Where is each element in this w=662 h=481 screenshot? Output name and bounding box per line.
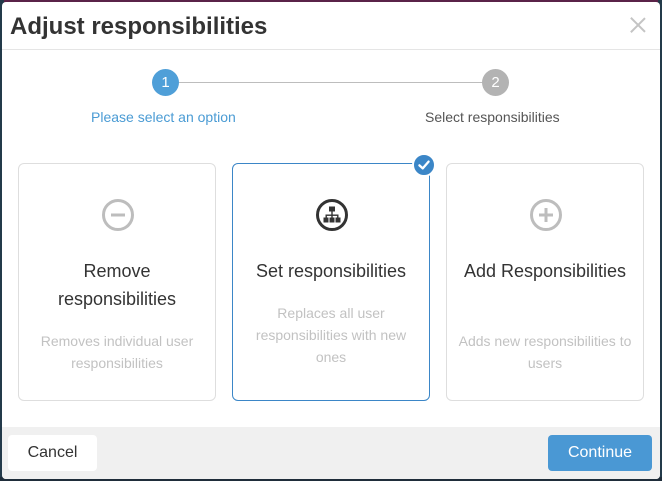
dialog-title: Adjust responsibilities: [10, 13, 268, 40]
option-description: Replaces all user responsibilities with …: [255, 305, 407, 365]
continue-button[interactable]: Continue: [548, 435, 652, 471]
step-connector-line: [166, 82, 496, 83]
dialog-footer: Cancel Continue: [2, 427, 660, 479]
step-1-indicator: 1: [152, 69, 179, 96]
option-description: Adds new responsibilities to users: [458, 333, 632, 371]
selected-check-icon: [412, 153, 436, 177]
option-description: Removes individual user responsibilities: [40, 333, 194, 371]
option-card-remove[interactable]: Remove responsibilities Removes individu…: [18, 163, 216, 401]
option-title: Add Responsibilities: [463, 261, 627, 281]
close-icon[interactable]: [628, 15, 648, 35]
option-card-set[interactable]: Set responsibilities Replaces all user r…: [232, 163, 430, 401]
minus-circle-icon: [102, 199, 134, 231]
hierarchy-icon: [316, 199, 348, 231]
option-card-add[interactable]: Add Responsibilities Adds new responsibi…: [446, 163, 644, 401]
step-2-indicator: 2: [482, 69, 509, 96]
cancel-button[interactable]: Cancel: [8, 435, 97, 471]
wizard-steps: 1 2 Please select an option Select respo…: [2, 50, 660, 130]
plus-circle-icon: [530, 199, 562, 231]
option-title: Remove responsibilities: [57, 261, 177, 309]
option-title: Set responsibilities: [255, 261, 407, 281]
step-2-label: Select responsibilities: [425, 109, 560, 125]
step-1-label: Please select an option: [91, 109, 236, 125]
adjust-responsibilities-dialog: Adjust responsibilities 1 2 Please selec…: [2, 2, 660, 479]
dialog-header: Adjust responsibilities: [2, 2, 660, 50]
